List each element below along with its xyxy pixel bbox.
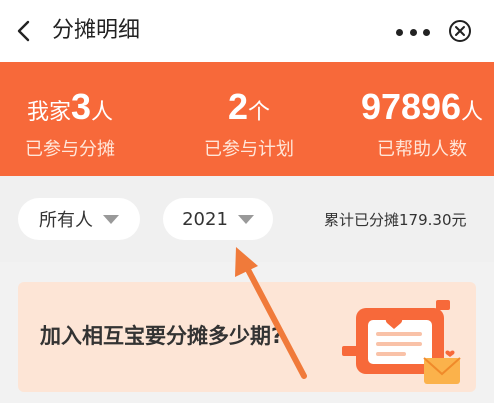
- stat-value: 2: [227, 86, 248, 127]
- stat-unit: 人: [91, 100, 114, 125]
- year-filter-dropdown[interactable]: 2021: [163, 198, 273, 240]
- year-filter-label: 2021: [182, 208, 228, 230]
- member-filter-label: 所有人: [39, 210, 93, 231]
- member-filter-dropdown[interactable]: 所有人: [18, 198, 140, 240]
- stat-helped: 97896人 已帮助人数: [358, 84, 486, 164]
- stat-value: 97896: [360, 86, 462, 127]
- message-illustration-icon: [342, 300, 461, 384]
- faq-banner[interactable]: 加入相互宝要分摊多少期?: [18, 282, 476, 392]
- stat-value: 3: [70, 86, 92, 127]
- stat-family-members: 我家3人 已参与分摊: [10, 84, 130, 164]
- filter-bar: 所有人 2021 累计已分摊179.30元: [0, 176, 494, 262]
- stat-prefix: 我家: [26, 100, 71, 125]
- stat-unit: 人: [461, 100, 484, 125]
- chevron-left-icon[interactable]: [14, 19, 36, 43]
- banner-text: 加入相互宝要分摊多少期?: [40, 324, 284, 348]
- stat-label: 已参与分摊: [25, 139, 115, 160]
- stats-header: 我家3人 已参与分摊 2个 已参与计划 97896人 已帮助人数: [0, 62, 494, 176]
- stat-label: 已帮助人数: [377, 139, 467, 160]
- close-circle-icon[interactable]: [448, 19, 472, 43]
- more-icon[interactable]: [396, 27, 430, 37]
- caret-down-icon: [103, 214, 119, 224]
- stat-unit: 个: [248, 100, 271, 125]
- page-title: 分摊明细: [52, 18, 141, 43]
- stat-plans: 2个 已参与计划: [176, 84, 322, 164]
- nav-bar: 分摊明细: [0, 0, 494, 62]
- caret-down-icon: [237, 214, 254, 224]
- stat-label: 已参与计划: [204, 139, 294, 160]
- total-shared-amount: 累计已分摊179.30元: [324, 211, 467, 229]
